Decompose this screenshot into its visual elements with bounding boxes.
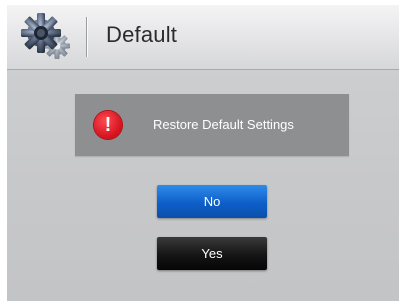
- alert-message: Restore Default Settings: [153, 117, 294, 132]
- yes-button[interactable]: Yes: [157, 237, 267, 270]
- page-title: Default: [106, 22, 178, 47]
- header-divider: [86, 17, 87, 57]
- gear-icon: [17, 12, 75, 64]
- header-bar: Default: [7, 5, 399, 70]
- restore-default-alert: ! Restore Default Settings: [75, 94, 349, 156]
- exclamation-icon: !: [94, 111, 122, 139]
- no-button[interactable]: No: [157, 185, 267, 218]
- default-settings-screen: Default ! Restore Default Settings No Ye…: [7, 5, 399, 301]
